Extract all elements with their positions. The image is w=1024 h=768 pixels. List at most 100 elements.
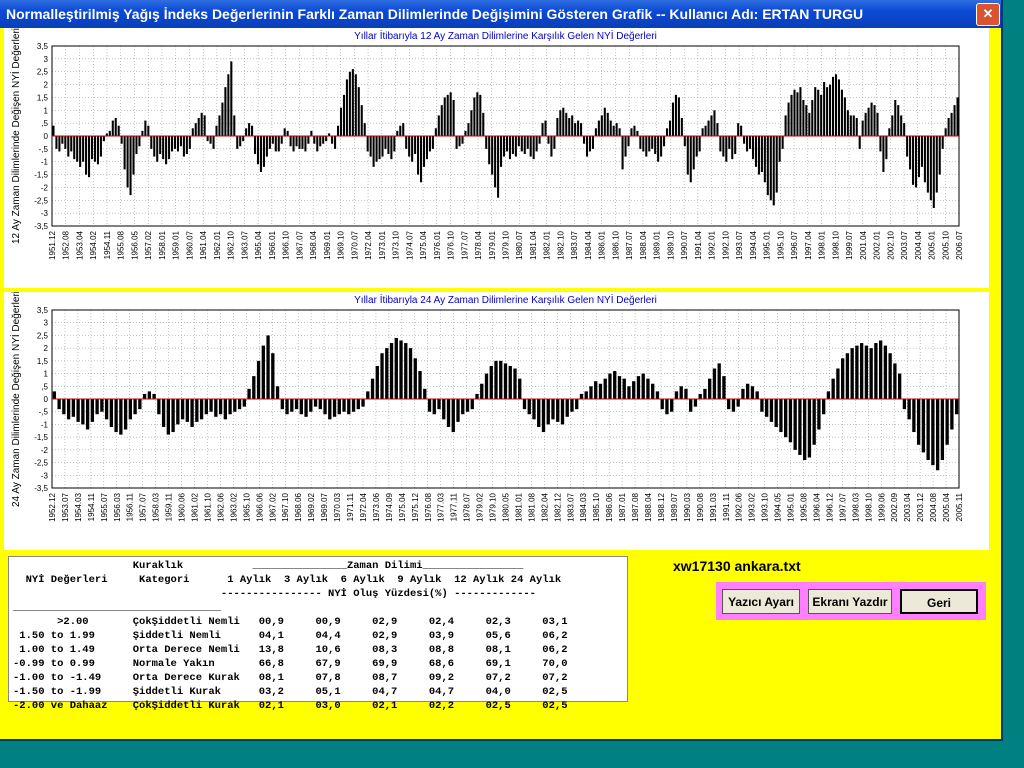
x-tick-label: 1956.11 — [126, 492, 135, 521]
y-tick-label: -3,5 — [34, 484, 48, 493]
x-tick-label: 1955.08 — [117, 230, 126, 259]
x-tick-label: 1977.07 — [460, 230, 469, 259]
x-tick-label: 2003.12 — [916, 492, 925, 521]
x-tick-label: 1976.08 — [424, 492, 433, 521]
x-tick-label: 1967.10 — [281, 492, 290, 521]
x-tick-label: 2002.10 — [886, 230, 895, 259]
x-tick-label: 1952.12 — [48, 492, 57, 521]
x-tick-label: 1994.05 — [774, 492, 783, 521]
y-tick-label: 2 — [44, 344, 49, 353]
x-tick-label: 1956.05 — [130, 230, 139, 259]
x-tick-label: 1966.10 — [282, 230, 291, 259]
x-tick-label: 1985.10 — [592, 492, 601, 521]
x-tick-label: 1995.10 — [776, 230, 785, 259]
x-tick-label: 1976.10 — [447, 230, 456, 259]
y-tick-label: 1,5 — [37, 93, 49, 102]
x-tick-label: 1988.04 — [644, 492, 653, 521]
x-tick-label: 1967.07 — [295, 230, 304, 259]
y-tick-label: -,5 — [39, 408, 49, 417]
chart-title: Yıllar İtibarıyla 12 Ay Zaman Dilimlerin… — [354, 29, 657, 42]
x-tick-label: 1973.06 — [372, 492, 381, 521]
print-setup-button[interactable]: Yazıcı Ayarı — [722, 589, 800, 614]
x-tick-label: 1973.01 — [378, 230, 387, 259]
main-window: Normalleştirilmiş Yağış İndeks Değerleri… — [0, 0, 1003, 741]
x-tick-label: 1965.04 — [254, 230, 263, 259]
x-tick-label: 1962.06 — [216, 492, 225, 521]
y-tick-label: 3,5 — [37, 306, 49, 315]
x-tick-label: 1970.07 — [350, 230, 359, 259]
x-tick-label: 2002.09 — [890, 492, 899, 521]
x-tick-label: 1976.01 — [433, 230, 442, 259]
x-tick-label: 1998.10 — [831, 230, 840, 259]
x-tick-label: 1959.01 — [172, 230, 181, 259]
x-tick-label: 1993.02 — [748, 492, 757, 521]
x-tick-label: 1998.10 — [864, 492, 873, 521]
x-tick-label: 1970.03 — [333, 492, 342, 521]
y-tick-label: -2,5 — [34, 459, 48, 468]
back-button[interactable]: Geri — [900, 589, 978, 614]
table-line: -0.99 to 0.99 Normale Yakın 66,8 67,9 69… — [13, 658, 568, 670]
x-tick-label: 1954.11 — [87, 492, 96, 521]
x-tick-label: 1979.10 — [502, 230, 511, 259]
y-tick-label: ,5 — [41, 382, 48, 391]
x-tick-label: 1998.03 — [851, 492, 860, 521]
x-tick-label: 1995.08 — [800, 492, 809, 521]
chart-12-month-panel: Yıllar İtibarıyla 12 Ay Zaman Dilimlerin… — [4, 28, 989, 288]
x-tick-label: 1968.06 — [294, 492, 303, 521]
x-tick-label: 1966.06 — [255, 492, 264, 521]
y-tick-label: -1,5 — [34, 433, 48, 442]
x-tick-label: 1992.06 — [735, 492, 744, 521]
close-icon[interactable]: ✕ — [976, 3, 1000, 26]
x-tick-label: 1974.07 — [405, 230, 414, 259]
x-tick-label: 1958.03 — [152, 492, 161, 521]
y-tick-label: 1 — [44, 370, 49, 379]
y-tick-label: 0 — [44, 132, 49, 141]
table-line: 1.50 to 1.99 Şiddetli Nemli 04,1 04,4 02… — [13, 630, 568, 642]
x-tick-label: 1957.07 — [139, 492, 148, 521]
x-tick-label: 1978.07 — [463, 492, 472, 521]
x-tick-label: 1986.10 — [611, 230, 620, 259]
x-tick-label: 1954.03 — [74, 492, 83, 521]
x-tick-label: 2004.08 — [929, 492, 938, 521]
y-tick-label: -1 — [41, 158, 49, 167]
y-tick-label: 1 — [44, 106, 49, 115]
x-tick-label: 1989.01 — [653, 230, 662, 259]
x-tick-label: 1994.04 — [749, 230, 758, 259]
x-tick-label: 1966.01 — [268, 230, 277, 259]
x-tick-label: 1974.09 — [385, 492, 394, 521]
x-tick-label: 2005.01 — [928, 230, 937, 259]
x-tick-label: 2003.07 — [900, 230, 909, 259]
x-tick-label: 1975.04 — [419, 230, 428, 259]
x-tick-label: 1993.07 — [735, 230, 744, 259]
x-tick-label: 1954.02 — [89, 230, 98, 259]
x-tick-label: 1992.01 — [708, 230, 717, 259]
y-tick-label: 2,5 — [37, 331, 49, 340]
x-tick-label: 1962.10 — [227, 230, 236, 259]
spi-table-text: Kuraklık _______________Zaman Dilimi____… — [9, 557, 627, 715]
x-tick-label: 1989.10 — [666, 230, 675, 259]
x-tick-label: 1981.01 — [514, 492, 523, 521]
chart-24-month-panel: Yıllar İtibarıyla 24 Ay Zaman Dilimlerin… — [4, 291, 989, 550]
window-title: Normalleştirilmiş Yağış İndeks Değerleri… — [6, 6, 864, 22]
x-tick-label: 1960.06 — [178, 492, 187, 521]
y-tick-label: -1 — [41, 420, 49, 429]
x-tick-label: 1971.11 — [346, 492, 355, 521]
y-tick-label: 3 — [44, 55, 49, 64]
x-tick-label: 1973.10 — [392, 230, 401, 259]
y-tick-label: -,5 — [39, 145, 49, 154]
spi-frequency-table: Kuraklık _______________Zaman Dilimi____… — [8, 556, 628, 712]
print-screen-button[interactable]: Ekranı Yazdır — [808, 589, 892, 614]
y-tick-label: -2,5 — [34, 196, 48, 205]
x-tick-label: 1981.08 — [527, 492, 536, 521]
x-tick-label: 1961.04 — [199, 230, 208, 259]
x-tick-label: 1951.12 — [48, 230, 57, 259]
x-tick-label: 1990.08 — [696, 492, 705, 521]
x-tick-label: 2005.11 — [955, 492, 964, 521]
y-tick-label: -1,5 — [34, 171, 48, 180]
x-tick-label: 1991.11 — [722, 492, 731, 521]
table-line: -1.00 to -1.49 Orta Derece Kurak 08,1 07… — [13, 672, 568, 684]
x-tick-label: 1953.07 — [61, 492, 70, 521]
x-tick-label: 1960.07 — [185, 230, 194, 259]
x-tick-label: 1992.10 — [721, 230, 730, 259]
x-tick-label: 1987.01 — [618, 492, 627, 521]
